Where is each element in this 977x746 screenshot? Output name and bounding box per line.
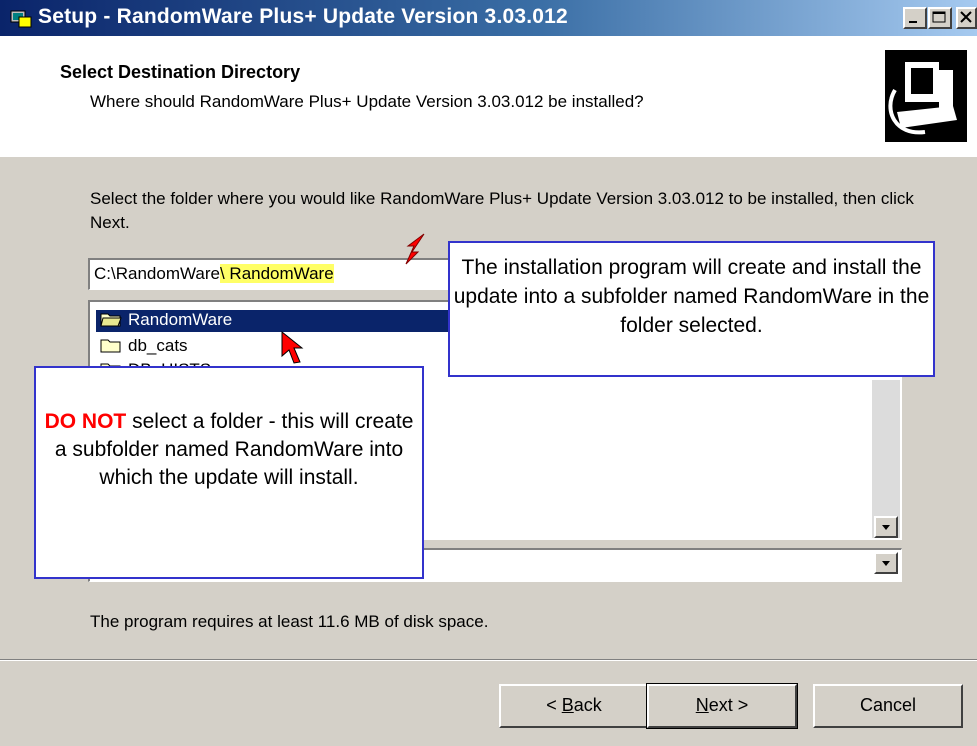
- close-button[interactable]: [956, 7, 977, 29]
- folder-item-db-cats[interactable]: db_cats: [100, 336, 188, 358]
- folder-item-randomware[interactable]: RandomWare: [96, 310, 452, 332]
- back-button[interactable]: < Back: [499, 684, 649, 728]
- folder-label: RandomWare: [128, 310, 233, 329]
- back-prefix: <: [546, 695, 562, 715]
- next-label-rest: ext >: [708, 695, 749, 715]
- open-folder-icon: [100, 313, 122, 327]
- destination-path-input[interactable]: C:\RandomWare\ RandomWare: [88, 258, 453, 290]
- folder-icon: [100, 339, 121, 353]
- warning-emphasis: DO NOT: [44, 410, 127, 433]
- cancel-button[interactable]: Cancel: [813, 684, 963, 728]
- header-divider: [0, 156, 977, 157]
- chevron-down-icon: [882, 561, 890, 566]
- computer-install-icon: [885, 50, 967, 142]
- back-label-rest: ack: [573, 695, 602, 715]
- path-base: C:\RandomWare: [94, 264, 220, 283]
- scroll-down-button[interactable]: [874, 516, 898, 538]
- subfolder-note-callout: The installation program will create and…: [448, 241, 935, 377]
- folder-label: db_cats: [128, 336, 188, 355]
- page-subtitle: Where should RandomWare Plus+ Update Ver…: [90, 92, 644, 111]
- disk-space-text: The program requires at least 11.6 MB of…: [90, 612, 489, 631]
- wizard-header: Select Destination Directory Where shoul…: [0, 36, 977, 157]
- folder-scrollbar[interactable]: [872, 380, 900, 538]
- pointer-arrow-icon: [281, 330, 304, 364]
- instruction-text: Select the folder where you would like R…: [90, 189, 914, 232]
- back-accelerator: B: [561, 695, 574, 715]
- maximize-icon: [932, 11, 946, 23]
- next-button[interactable]: Next >: [646, 683, 798, 729]
- button-divider: [0, 659, 977, 661]
- pointer-arrow-icon: [405, 233, 425, 265]
- drive-dropdown-button[interactable]: [874, 552, 898, 574]
- arrow-down-icon: [882, 525, 890, 530]
- path-suffix-highlight: \ RandomWare: [219, 264, 334, 283]
- title-bar[interactable]: Setup - RandomWare Plus+ Update Version …: [0, 0, 977, 36]
- setup-app-icon: [10, 10, 32, 28]
- window-title: Setup - RandomWare Plus+ Update Version …: [38, 5, 568, 28]
- warning-callout: DO NOT select a folder - this will creat…: [34, 366, 424, 579]
- next-accelerator: N: [695, 695, 709, 715]
- minimize-button[interactable]: [903, 7, 927, 29]
- maximize-button[interactable]: [928, 7, 952, 29]
- page-title: Select Destination Directory: [60, 62, 301, 82]
- path-value: C:\RandomWare\ RandomWare: [94, 264, 334, 284]
- close-icon: [960, 11, 972, 23]
- minimize-icon: [909, 21, 917, 23]
